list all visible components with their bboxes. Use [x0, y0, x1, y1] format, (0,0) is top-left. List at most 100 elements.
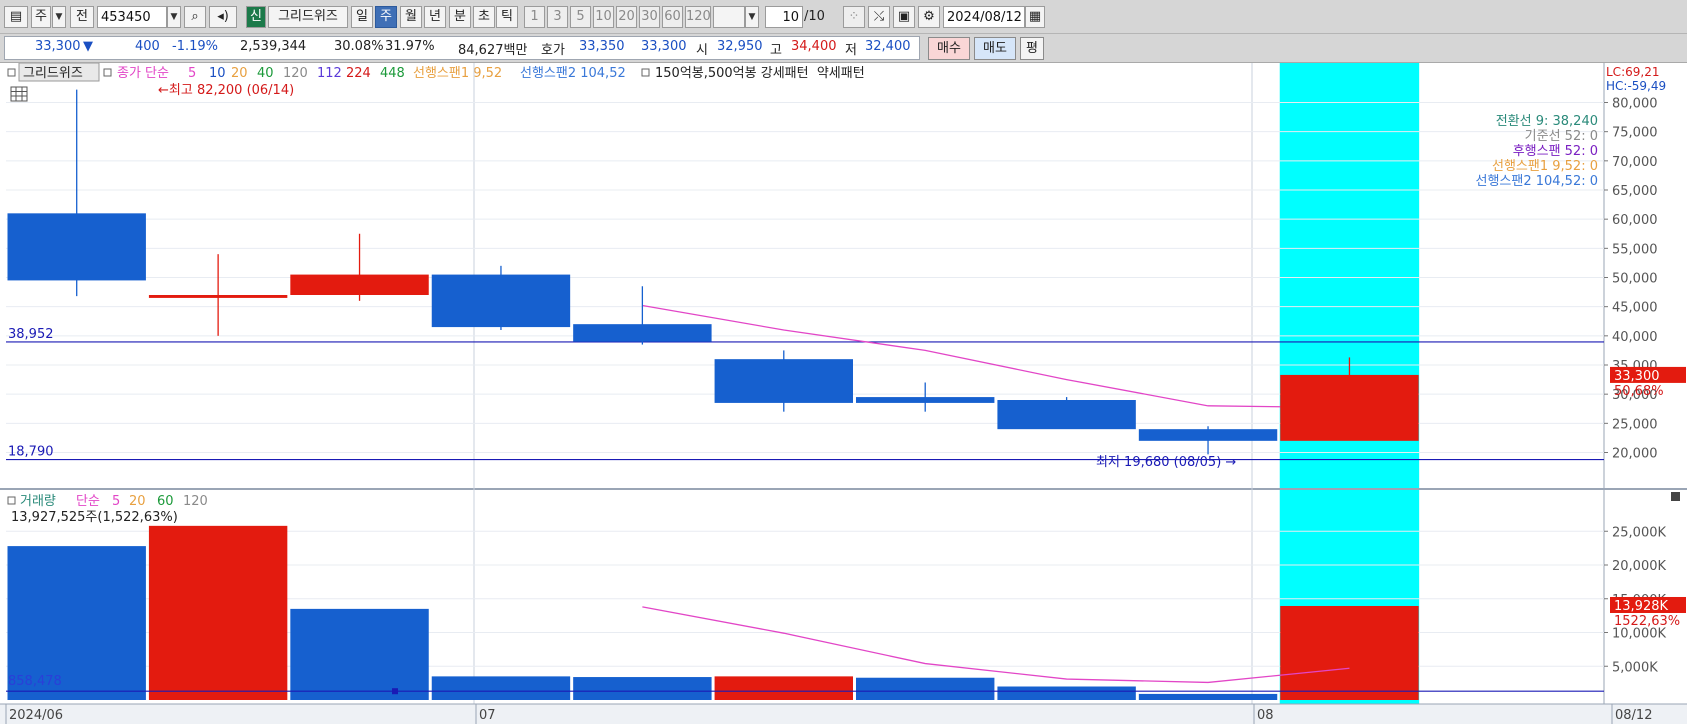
stock-name-field[interactable]: 그리드위즈 [268, 6, 348, 28]
period-dropdown-chevron-icon[interactable]: ▼ [52, 6, 66, 28]
interval-button-3[interactable]: 3 [547, 6, 568, 28]
price-tick-label: 50,000 [1612, 272, 1658, 287]
candle-body [1138, 429, 1278, 441]
price-tick-label: 80,000 [1612, 97, 1658, 112]
buy-button[interactable]: 매수 [928, 37, 970, 60]
stock-code-input[interactable] [97, 6, 167, 28]
date-input[interactable] [943, 6, 1025, 28]
legend-ma-period: 120 [283, 66, 308, 81]
price-legend: 그리드위즈 종가 단순 5 10 20 40 120 112 224 448 선행스팬1 9,… [7, 62, 865, 102]
blank-interval-field[interactable] [713, 6, 745, 28]
price-reference-label: 38,952 [8, 327, 54, 342]
legend-checkbox-icon[interactable] [7, 68, 16, 77]
interval-button-60[interactable]: 60 [662, 6, 683, 28]
search-icon[interactable]: ⌕ [184, 6, 206, 28]
chart-area: 그리드위즈 종가 단순 5 10 20 40 120 112 224 448 선행스팬1 9,… [0, 62, 1687, 724]
speaker-icon[interactable]: ◂) [209, 6, 237, 28]
turnover-pct: 30.08% [334, 39, 384, 54]
layout-menu-icon[interactable]: ▤ [4, 6, 28, 28]
toolbar: ▤ 주 ▼ 전 ▼ ⌕ ◂) 신 그리드위즈 일주월년분초틱 135102030… [0, 0, 1687, 34]
low-label: 저 [845, 43, 857, 58]
volume-legend-ma-period: 120 [183, 494, 208, 509]
legend-ma-period: 10 [209, 66, 226, 81]
volume-bar [431, 676, 571, 700]
volume-panel-collapse-icon [1671, 492, 1680, 501]
ichimoku-readout: 선행스팬2 104,52: 0 [1475, 173, 1598, 189]
volume-bar [290, 608, 429, 700]
legend-stock-name: 그리드위즈 [23, 66, 83, 81]
low-marker: 최저 19,680 (08/05) → [1096, 455, 1236, 470]
sell-button[interactable]: 매도 [974, 37, 1016, 60]
ichimoku-readout: 선행스팬1 9,52: 0 [1492, 158, 1598, 174]
market-select[interactable]: 전 [70, 6, 94, 28]
table-grid-icon[interactable] [10, 86, 28, 102]
price-tick-label: 70,000 [1612, 155, 1658, 170]
count-total: /10 [804, 9, 825, 24]
count-input[interactable] [765, 6, 803, 28]
volume-bar [148, 525, 288, 700]
volume-legend-ma-label: 단순 [76, 494, 100, 509]
legend-span1: 선행스팬1 9,52 [413, 65, 502, 81]
candle-body [1280, 374, 1419, 441]
save-icon[interactable]: ▣ [893, 6, 915, 28]
interval-dropdown-chevron-icon[interactable]: ▼ [745, 6, 759, 28]
volume-summary: 13,927,525주(1,522,63%) [11, 510, 178, 525]
x-axis-band [0, 704, 1687, 724]
volume-panel: 거래량 단순 5 20 60 120 13,927,525주(1,522,63%) 5,000… [6, 492, 1686, 700]
current-volume-tag-text: 13,928K [1614, 599, 1668, 614]
price-tick-label: 25,000 [1612, 417, 1658, 432]
volume-bar [997, 686, 1136, 700]
open-label: 시 [696, 43, 708, 58]
period-tab-4[interactable]: 분 [449, 6, 471, 28]
legend-ma-checkbox-icon[interactable] [103, 68, 112, 77]
price-change-pct: -1.19% [172, 39, 218, 54]
bid-price: 33,300 [641, 39, 687, 54]
price-tick-label: 60,000 [1612, 213, 1658, 228]
period-tab-5[interactable]: 초 [473, 6, 495, 28]
current-price-tag-text: 33,300 [1614, 369, 1660, 384]
ichimoku-readout: 전환선 9: 38,240 [1496, 114, 1598, 129]
legend-patterns: 150억봉,500억봉 강세패턴 약세패턴 [655, 66, 865, 81]
price-reference-label: 18,790 [8, 445, 54, 460]
price-tick-label: 55,000 [1612, 242, 1658, 257]
quote-bar: 33,300 ▼ 400 -1.19% 2,539,344 30.08% 31.… [0, 34, 1687, 63]
interval-button-120[interactable]: 120 [685, 6, 711, 28]
interval-button-30[interactable]: 30 [639, 6, 660, 28]
price-tick-label: 40,000 [1612, 330, 1658, 345]
dots-icon[interactable]: ⁘ [843, 6, 865, 28]
period-select[interactable]: 주 [31, 6, 51, 28]
volume-tick-label: 5,000K [1612, 660, 1658, 675]
period-tab-2[interactable]: 월 [400, 6, 422, 28]
period-tab-1[interactable]: 주 [375, 6, 397, 28]
price-tick-label: 45,000 [1612, 301, 1658, 316]
period-tab-0[interactable]: 일 [351, 6, 373, 28]
calendar-icon[interactable]: ▦ [1025, 6, 1045, 28]
low-price: 32,400 [865, 39, 911, 54]
legend-ma-label: 종가 단순 [117, 66, 169, 81]
crosshair-icon[interactable]: ⤯ [868, 6, 890, 28]
gear-icon[interactable]: ⚙ [918, 6, 940, 28]
volume-ma5-line [642, 606, 1350, 684]
stock-code-dropdown-chevron-icon[interactable]: ▼ [167, 6, 181, 28]
volume-bar [1138, 693, 1278, 700]
stock-chart[interactable]: 그리드위즈 종가 단순 5 10 20 40 120 112 224 448 선행스팬1 9,… [0, 62, 1687, 724]
period-tab-6[interactable]: 틱 [496, 6, 518, 28]
legend-pattern-checkbox-icon[interactable] [641, 68, 650, 77]
candle-body [573, 324, 712, 342]
trade-amount: 84,627백만 [458, 43, 528, 58]
interval-button-1[interactable]: 1 [524, 6, 545, 28]
open-price: 32,950 [717, 39, 763, 54]
interval-button-10[interactable]: 10 [593, 6, 614, 28]
candle-body [431, 274, 571, 328]
hoga-label: 호가 [541, 43, 565, 58]
price-tick-label: 65,000 [1612, 184, 1658, 199]
trade-volume: 2,539,344 [240, 39, 307, 54]
volume-legend-ma-period: 60 [157, 494, 174, 509]
interval-button-20[interactable]: 20 [616, 6, 637, 28]
volume-tick-label: 25,000K [1612, 525, 1666, 540]
eval-button[interactable]: 평 [1020, 37, 1044, 60]
volume-bar [1280, 605, 1419, 700]
interval-button-5[interactable]: 5 [570, 6, 591, 28]
legend-ma-periods: 5 10 20 40 120 112 224 448 [188, 66, 405, 81]
period-tab-3[interactable]: 년 [424, 6, 446, 28]
